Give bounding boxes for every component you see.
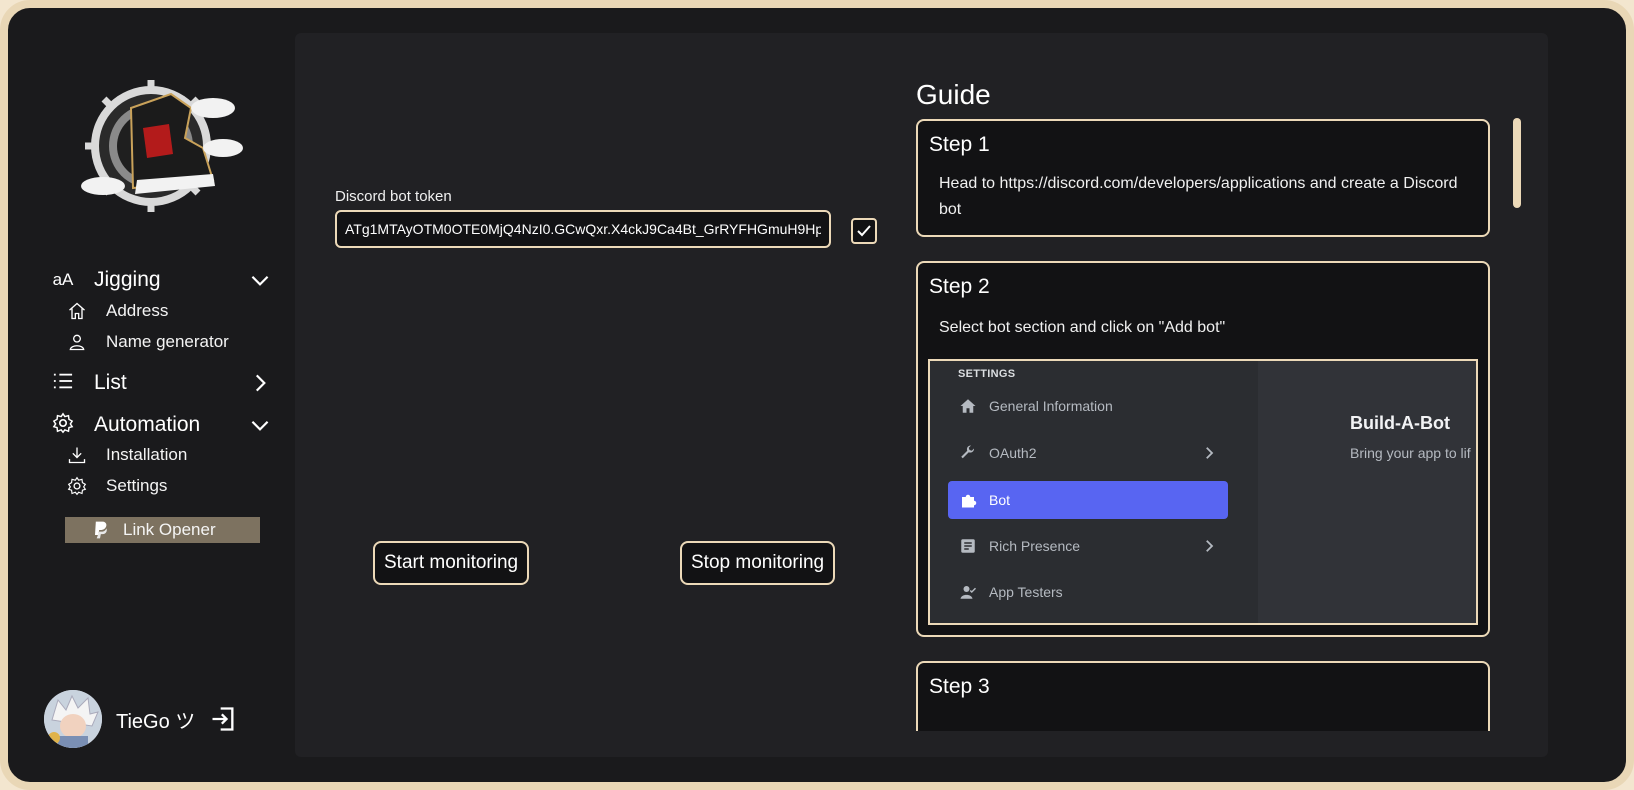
- screenshot-content: Build-A-Bot Bring your app to lif: [1258, 361, 1476, 623]
- settings-item-label: OAuth2: [989, 445, 1037, 461]
- step-text: Select bot section and click on "Add bot…: [939, 319, 1226, 336]
- guide-step-1: Step 1 Head to https://discord.com/devel…: [916, 119, 1490, 237]
- user-profile: TieGo ツ: [44, 690, 237, 748]
- build-a-bot-subtitle: Bring your app to lif: [1350, 445, 1471, 461]
- token-label: Discord bot token: [335, 188, 452, 205]
- guide-step-3: Step 3: [916, 661, 1490, 731]
- guide-scrollbar-thumb[interactable]: [1513, 118, 1521, 208]
- sidebar-item-settings[interactable]: Settings: [66, 472, 266, 500]
- chevron-right-icon: [1206, 540, 1214, 552]
- paypal-icon: [89, 519, 111, 541]
- checkmark-icon: [857, 225, 871, 237]
- nav-group-label: Automation: [94, 413, 201, 436]
- document-icon: [957, 535, 979, 557]
- settings-item-label: App Testers: [989, 584, 1063, 600]
- sidebar-item-label: Settings: [106, 476, 168, 495]
- confirm-token-checkbox[interactable]: [851, 218, 877, 244]
- stop-monitoring-button[interactable]: Stop monitoring: [680, 541, 836, 585]
- sidebar-item-installation[interactable]: Installation: [66, 441, 266, 469]
- settings-item-general-information: General Information: [948, 387, 1228, 425]
- chevron-down-icon: [251, 420, 269, 431]
- nav-group-jigging[interactable]: aA Jigging: [48, 262, 273, 298]
- guide-step-2: Step 2 Select bot section and click on "…: [916, 261, 1490, 637]
- chevron-down-icon: [251, 275, 269, 286]
- nav-group-label: Jigging: [94, 268, 161, 291]
- sidebar-item-link-opener[interactable]: Link Opener: [65, 517, 260, 543]
- settings-item-label: General Information: [989, 398, 1113, 414]
- screenshot-settings-sidebar: SETTINGS General Information OAuth2 Bot …: [930, 361, 1258, 623]
- settings-item-label: Bot: [989, 492, 1011, 508]
- build-a-bot-title: Build-A-Bot: [1350, 413, 1450, 433]
- chevron-right-icon: [1206, 447, 1214, 459]
- sidebar-item-address[interactable]: Address: [66, 297, 266, 325]
- guide-list: Step 1 Head to https://discord.com/devel…: [916, 119, 1496, 731]
- sidebar-item-label: Link Opener: [123, 520, 216, 539]
- home-icon: [66, 300, 88, 322]
- sidebar: aA Jigging Address Name generator List A…: [8, 8, 298, 782]
- settings-item-bot: Bot: [948, 481, 1228, 519]
- nav-group-label: List: [94, 371, 127, 394]
- gear-icon: [48, 412, 78, 439]
- chevron-right-icon: [255, 374, 266, 392]
- user-check-icon: [957, 581, 979, 603]
- user-icon: [66, 331, 88, 353]
- sidebar-item-label: Name generator: [106, 332, 229, 351]
- puzzle-icon: [957, 489, 979, 511]
- token-input[interactable]: [335, 210, 831, 248]
- settings-heading: SETTINGS: [958, 368, 1016, 380]
- guide-title: Guide: [916, 79, 991, 110]
- nav-group-automation[interactable]: Automation: [48, 407, 273, 443]
- logout-icon[interactable]: [209, 705, 237, 733]
- settings-item-label: Rich Presence: [989, 538, 1081, 554]
- app-window: aA Jigging Address Name generator List A…: [0, 0, 1634, 790]
- settings-item-rich-presence: Rich Presence: [948, 527, 1228, 565]
- sidebar-item-label: Address: [106, 301, 169, 320]
- sidebar-item-label: Installation: [106, 445, 188, 464]
- list-icon: [48, 371, 78, 396]
- nav-group-list[interactable]: List: [48, 365, 273, 401]
- sidebar-item-name-generator[interactable]: Name generator: [66, 328, 266, 356]
- home-icon: [957, 395, 979, 417]
- username: TieGo ツ: [116, 710, 196, 733]
- step-screenshot: SETTINGS General Information OAuth2 Bot …: [928, 359, 1478, 625]
- app-logo: [73, 68, 253, 218]
- start-monitoring-button[interactable]: Start monitoring: [373, 541, 530, 585]
- download-icon: [66, 444, 88, 466]
- font-icon: aA: [52, 270, 74, 289]
- settings-icon: [66, 475, 88, 497]
- settings-item-oauth2: OAuth2: [948, 434, 1228, 472]
- step-title: Step 2: [929, 275, 990, 298]
- main-panel: Discord bot token Start monitoring Stop …: [295, 33, 1548, 757]
- settings-item-app-testers: App Testers: [948, 573, 1228, 611]
- step-title: Step 1: [929, 133, 990, 156]
- step-title: Step 3: [929, 675, 990, 698]
- avatar[interactable]: [44, 690, 102, 748]
- step-text: Head to https://discord.com/developers/a…: [939, 175, 1458, 218]
- wrench-icon: [957, 442, 979, 464]
